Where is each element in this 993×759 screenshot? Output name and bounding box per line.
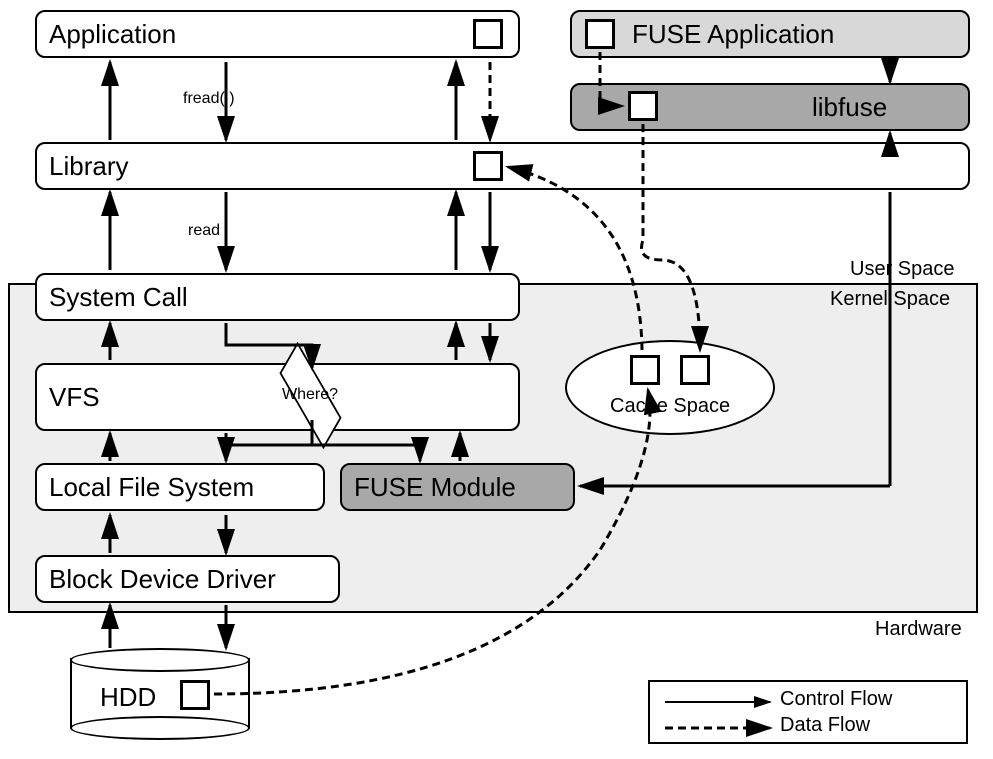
box-fuse-module: FUSE Module [340,463,575,511]
label-system-call: System Call [49,282,188,313]
box-application: Application [35,10,520,58]
label-application: Application [49,19,176,50]
small-square-hdd [180,680,210,710]
label-vfs: VFS [49,382,100,413]
label-cache-space: Cache Space [610,395,730,418]
box-block-driver: Block Device Driver [35,555,340,603]
small-square-cache1 [630,355,660,385]
label-local-fs: Local File System [49,472,254,503]
label-hardware: Hardware [875,618,962,641]
label-user-space: User Space [850,258,955,281]
label-kernel-space: Kernel Space [830,288,950,311]
label-fuse-module: FUSE Module [354,472,516,503]
label-library: Library [49,151,128,182]
small-square-cache2 [680,355,710,385]
ellipse-cache-space [565,340,775,435]
label-fuse-application: FUSE Application [632,19,834,50]
label-where: Where? [250,386,370,404]
label-block-driver: Block Device Driver [49,564,276,595]
small-square-fuse-app [585,19,615,49]
small-square-app [473,19,503,49]
small-square-library [473,151,503,181]
legend-control-flow: Control Flow [780,688,892,711]
hdd-cylinder: HDD [70,648,250,738]
label-read: read [188,222,220,240]
legend-data-flow: Data Flow [780,714,870,737]
label-hdd: HDD [100,682,156,713]
legend: Control Flow Data Flow [648,680,968,744]
box-local-fs: Local File System [35,463,325,511]
small-square-libfuse [628,91,658,121]
box-fuse-application: FUSE Application [570,10,970,58]
box-system-call: System Call [35,273,520,321]
label-libfuse: libfuse [812,92,887,123]
label-fread: fread( ) [183,90,235,108]
diamond-where: Where? [250,370,370,420]
